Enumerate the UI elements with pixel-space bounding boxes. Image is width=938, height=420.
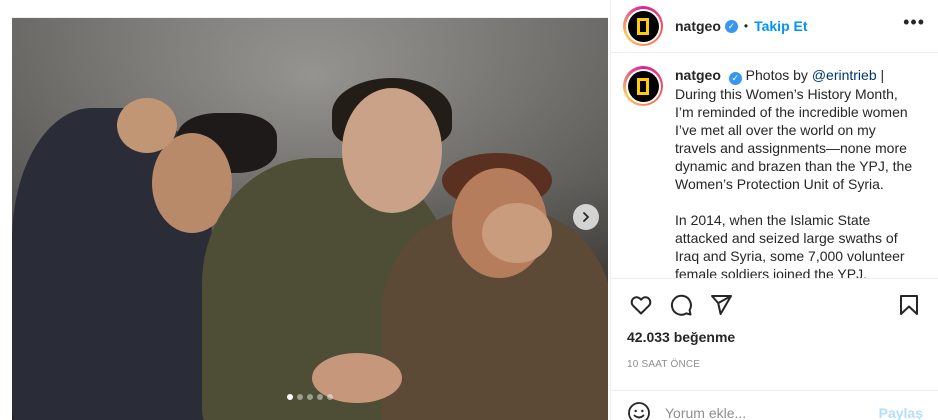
post-header: natgeo ✓ • Takip Et ••• <box>611 0 938 53</box>
comment-input[interactable] <box>665 404 865 420</box>
carousel-dot <box>287 394 293 400</box>
carousel-dot <box>327 394 333 400</box>
likes-count[interactable]: 42.033 beğenme <box>627 329 923 345</box>
smiley-icon <box>628 401 650 420</box>
verified-badge-icon: ✓ <box>728 71 742 85</box>
natgeo-logo-icon <box>637 77 649 95</box>
caption-prefix: Photos by <box>745 67 812 83</box>
like-button[interactable] <box>627 291 655 319</box>
carousel-dot <box>317 394 323 400</box>
header-separator: • <box>743 19 749 33</box>
caption-section: natgeo ✓ Photos by @erintrieb | During t… <box>611 54 938 278</box>
caption-body: | During this Women’s History Month, I’m… <box>675 67 913 192</box>
comment-bubble-icon <box>670 294 692 316</box>
carousel-dot <box>307 394 313 400</box>
save-button[interactable] <box>895 291 923 319</box>
caption-paragraph-2: In 2014, when the Islamic State attacked… <box>675 211 905 279</box>
emoji-button[interactable] <box>627 401 651 420</box>
carousel-next-button[interactable] <box>573 204 599 230</box>
follow-button[interactable]: Takip Et <box>754 18 807 34</box>
avatar[interactable] <box>623 6 663 46</box>
top-divider <box>12 0 608 18</box>
caption-username[interactable]: natgeo <box>675 67 721 83</box>
chevron-right-icon <box>583 212 589 222</box>
share-button[interactable] <box>707 291 735 319</box>
more-dots-icon[interactable]: ••• <box>903 12 925 33</box>
caption-avatar[interactable] <box>623 66 663 106</box>
post-photo[interactable] <box>12 18 608 420</box>
comment-button[interactable] <box>667 291 695 319</box>
verified-badge-icon: ✓ <box>724 19 738 33</box>
post-comment-button[interactable]: Paylaş <box>879 405 923 420</box>
comment-bar: Paylaş <box>611 390 938 420</box>
post-sidebar: natgeo ✓ • Takip Et ••• natgeo ✓ Photos … <box>610 0 938 420</box>
photo-face-center <box>342 88 442 213</box>
header-username[interactable]: natgeo <box>675 18 721 34</box>
actions-section: 42.033 beğenme 10 SAAT ÖNCE <box>611 278 938 390</box>
post-timestamp[interactable]: 10 SAAT ÖNCE <box>627 359 923 370</box>
action-icons-row <box>627 289 923 321</box>
photo-hand-right <box>482 203 552 263</box>
carousel-dot <box>297 394 303 400</box>
paper-plane-icon <box>711 295 732 315</box>
caption-text: natgeo ✓ Photos by @erintrieb | During t… <box>675 66 919 278</box>
media-column <box>0 0 610 420</box>
natgeo-logo-icon <box>637 17 649 35</box>
caption-mention-link[interactable]: @erintrieb <box>812 67 877 83</box>
instagram-post-page: natgeo ✓ • Takip Et ••• natgeo ✓ Photos … <box>0 0 938 420</box>
carousel-dots <box>287 394 333 400</box>
heart-icon <box>630 296 652 315</box>
bookmark-icon <box>900 295 918 315</box>
photo-hand-left <box>117 98 177 153</box>
